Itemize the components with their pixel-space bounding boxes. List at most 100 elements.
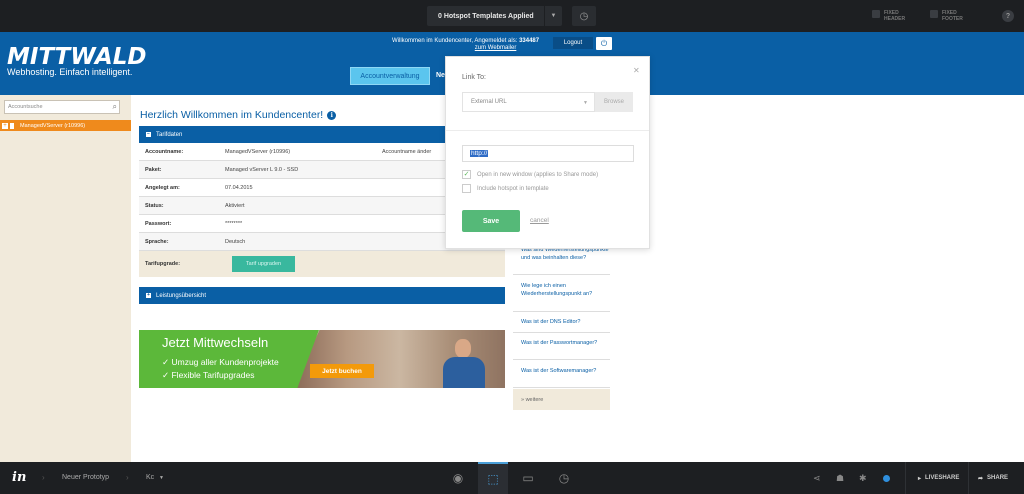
row-value: Managed vServer L 9.0 - SSD <box>225 166 299 173</box>
share-label: SHARE <box>987 475 1009 481</box>
fixed-header-checkbox[interactable] <box>872 10 880 18</box>
build-mode-icon[interactable]: ⬚ <box>478 462 508 494</box>
server-icon <box>10 122 14 129</box>
expand-icon: + <box>146 292 151 298</box>
tarifupgrade-row: Tarifupgrade: Tarif upgraden <box>139 251 505 277</box>
faq-link[interactable]: Was ist der Softwaremanager? <box>513 364 610 388</box>
tarif-upgrade-button[interactable]: Tarif upgraden <box>232 256 295 272</box>
browse-button[interactable]: Browse <box>595 92 633 112</box>
fixed-footer-checkbox[interactable] <box>930 10 938 18</box>
row-value: ******** <box>225 220 243 227</box>
share-button[interactable]: ➦ SHARE <box>978 471 1008 485</box>
fixed-footer-toggle[interactable]: FIXED FOOTER <box>930 10 963 22</box>
row-key: Paket: <box>145 166 162 173</box>
history-mode-icon[interactable]: ◷ <box>549 462 579 494</box>
welcome-text: Willkommen im Kundencenter, Angemeldet a… <box>392 38 539 51</box>
gear-icon[interactable]: ✱ <box>859 473 867 484</box>
bottom-toolbar: in › Neuer Prototyp › Kc ▼ ◉ ⬚ ▭ ◷ ⋖ ☗ ✱… <box>0 462 1024 494</box>
logout-button[interactable]: Logout <box>553 37 593 49</box>
tagline: Webhosting. Einfach intelligent. <box>7 67 133 77</box>
url-input[interactable]: http:// <box>462 145 634 162</box>
template-label: Include hotspot in template <box>477 185 549 192</box>
chevron-down-icon[interactable]: ▼ <box>159 475 164 481</box>
chevron-down-icon: ▼ <box>583 100 588 106</box>
fixed-header-toggle[interactable]: FIXED HEADER <box>872 10 905 22</box>
user-id: 334487 <box>519 38 540 44</box>
chevron-down-icon[interactable]: ▼ <box>544 6 562 26</box>
url-input-value: http:// <box>470 150 489 157</box>
faq-link[interactable]: Was ist der DNS Editor? <box>513 315 610 333</box>
row-key: Angelegt am: <box>145 184 180 191</box>
row-key: Accountname: <box>145 148 184 155</box>
account-search-input[interactable]: Accountsuche ⌕ <box>4 100 120 114</box>
inspect-icon[interactable]: ☗ <box>836 473 844 484</box>
timer-icon[interactable]: ◷ <box>572 6 596 26</box>
share-arrow-icon: ➦ <box>978 475 984 482</box>
tree-item-managed-vserver[interactable]: + ManagedVServer (r10996) <box>0 120 131 131</box>
liveshare-button[interactable]: ▸ LIVESHARE <box>918 471 959 485</box>
faq-link[interactable]: Wie lege ich einen Wiederherstellungspun… <box>513 279 610 312</box>
row-value: 07.04.2015 <box>225 184 253 191</box>
breadcrumb-project[interactable]: Neuer Prototyp <box>62 474 109 481</box>
invision-logo[interactable]: in <box>12 470 26 485</box>
faq-link[interactable]: Was ist der Passwortmanager? <box>513 336 610 360</box>
hotspot-templates-select[interactable]: 0 Hotspot Templates Applied ▼ <box>427 6 562 26</box>
faq-more-link[interactable]: » weitere <box>513 389 610 410</box>
link-type-select[interactable]: External URL ▼ <box>462 92 595 112</box>
help-button[interactable]: ? <box>1002 10 1014 22</box>
fixed-header-label-2: HEADER <box>884 16 906 22</box>
row-key: Passwort: <box>145 220 172 227</box>
tarifupgrade-label: Tarifupgrade: <box>145 261 181 267</box>
template-checkbox[interactable] <box>462 184 471 193</box>
row-key: Status: <box>145 202 164 209</box>
welcome-label: Willkommen im Kundencenter, Angemeldet a… <box>392 38 518 44</box>
divider <box>905 462 906 494</box>
banner-bullet: ✓ Umzug aller Kundenprojekte <box>162 357 279 367</box>
account-search-placeholder: Accountsuche <box>8 104 43 110</box>
tree-item-label: ManagedVServer (r10996) <box>20 122 86 129</box>
power-icon[interactable]: ⏻ <box>596 37 612 50</box>
promo-banner[interactable]: Jetzt Mittwechseln ✓ Umzug aller Kundenp… <box>139 330 505 388</box>
top-toolbar: 0 Hotspot Templates Applied ▼ ◷ FIXED HEA… <box>0 0 1024 32</box>
breadcrumb-screen[interactable]: Kc <box>146 474 154 481</box>
rename-account-link[interactable]: Accountname änder <box>382 149 431 155</box>
new-window-checkbox[interactable]: ✓ <box>462 170 471 179</box>
cancel-link[interactable]: cancel <box>530 217 549 224</box>
row-key: Sprache: <box>145 238 169 245</box>
share-nodes-icon[interactable]: ⋖ <box>813 473 821 484</box>
account-sidebar: Accountsuche ⌕ + ManagedVServer (r10996) <box>0 95 131 462</box>
collapse-icon: − <box>146 131 151 137</box>
breadcrumb-separator-icon: › <box>42 473 45 482</box>
breadcrumb-separator-icon: › <box>126 473 129 482</box>
tab-accountverwaltung[interactable]: Accountverwaltung <box>350 67 430 85</box>
save-button[interactable]: Save <box>462 210 520 232</box>
divider <box>968 462 969 494</box>
preview-mode-icon[interactable]: ◉ <box>443 462 473 494</box>
template-option[interactable]: Include hotspot in template <box>462 184 549 193</box>
status-dot <box>883 475 890 482</box>
info-icon[interactable]: i <box>327 110 337 120</box>
hotspot-templates-label: 0 Hotspot Templates Applied <box>438 12 534 20</box>
close-icon[interactable]: ✕ <box>633 66 640 75</box>
row-value: ManagedVServer (r10996) <box>225 148 291 155</box>
webmailer-link[interactable]: zum Webmailer <box>452 45 539 51</box>
banner-title: Jetzt Mittwechseln <box>162 335 269 350</box>
liveshare-label: LIVESHARE <box>925 475 960 481</box>
divider <box>446 130 649 131</box>
comment-mode-icon[interactable]: ▭ <box>513 462 543 494</box>
expand-icon[interactable]: + <box>2 122 8 129</box>
link-to-label: Link To: <box>462 74 486 81</box>
leistungsuebersicht-title: Leistungsübersicht <box>156 292 207 299</box>
leistungsuebersicht-header[interactable]: + Leistungsübersicht <box>139 287 505 304</box>
banner-bullet: ✓ Flexible Tarifupgrades <box>162 370 255 380</box>
jetzt-buchen-button[interactable]: Jetzt buchen <box>310 364 374 378</box>
tab-next[interactable]: Ne <box>436 72 445 79</box>
page-title-text: Herzlich Willkommen im Kundencenter! <box>140 109 324 121</box>
play-icon: ▸ <box>918 475 922 482</box>
link-type-value: External URL <box>471 99 507 105</box>
tarifdaten-title: Tarifdaten <box>156 131 183 138</box>
search-icon[interactable]: ⌕ <box>113 102 117 112</box>
page-title: Herzlich Willkommen im Kundencenter! i <box>140 109 337 121</box>
banner-person-image <box>439 333 489 388</box>
new-window-option[interactable]: ✓ Open in new window (applies to Share m… <box>462 170 598 179</box>
